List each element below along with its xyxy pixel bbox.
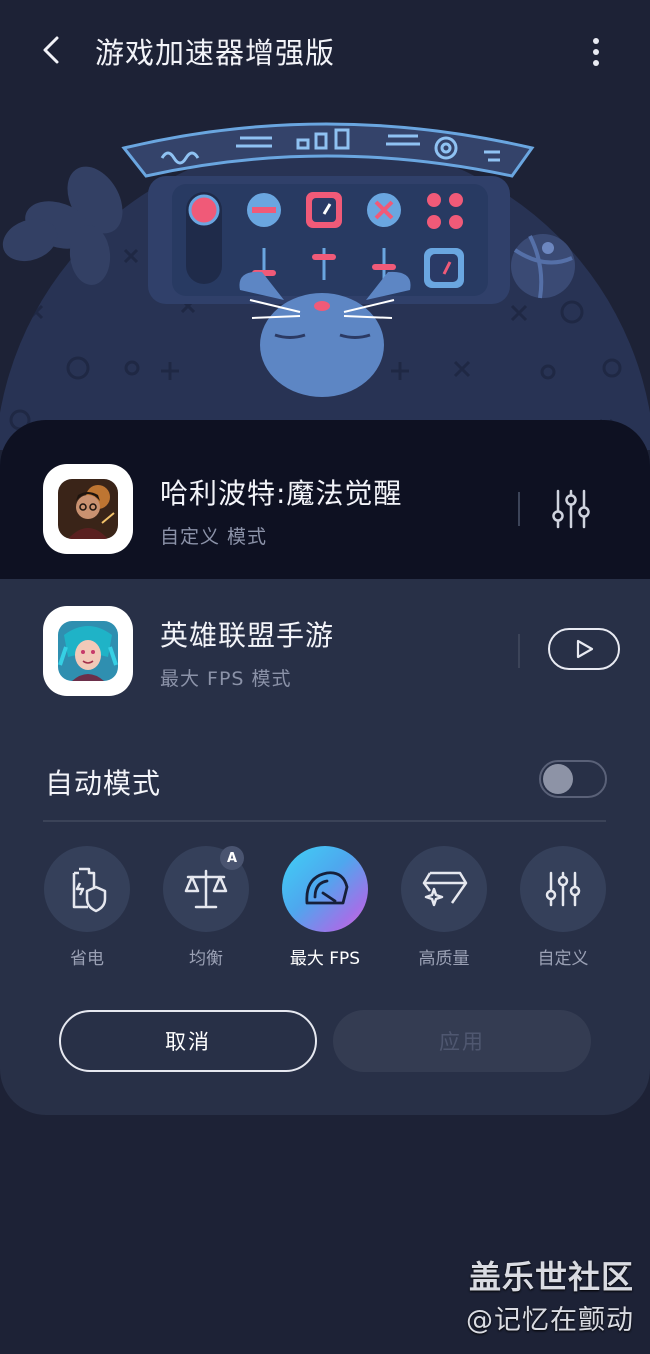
balance-scale-icon: [184, 869, 228, 909]
section-divider: [43, 820, 606, 822]
performance-mode-selector: 省电 A 均衡 最大 FPS 高质量 自定义: [0, 846, 650, 976]
mode-label: 自定义: [537, 949, 589, 969]
more-dot: [593, 49, 599, 55]
apply-button[interactable]: 应用: [333, 1010, 591, 1072]
game-icon: [43, 464, 133, 554]
play-icon: [576, 639, 594, 659]
sliders-icon: [545, 871, 581, 907]
more-dot: [593, 60, 599, 66]
community-watermark: 盖乐世社区: [468, 1258, 634, 1296]
mode-power-saving[interactable]: 省电: [37, 846, 137, 971]
app-header: 游戏加速器增强版: [0, 0, 650, 104]
game-mode: 自定义 模式: [160, 526, 268, 548]
game-mode: 最大 FPS 模式: [160, 668, 292, 690]
mode-circle: [44, 846, 130, 932]
auto-mode-toggle[interactable]: [539, 760, 607, 798]
game-item-lol-mobile[interactable]: 英雄联盟手游 最大 FPS 模式: [0, 586, 650, 716]
harry-potter-game-icon: [58, 479, 118, 539]
mode-circle: [401, 846, 487, 932]
mode-balanced[interactable]: A 均衡: [156, 846, 256, 971]
game-name: 英雄联盟手游: [160, 619, 335, 652]
cancel-button[interactable]: 取消: [59, 1010, 317, 1072]
more-vertical-icon: [593, 38, 599, 44]
game-icon: [43, 606, 133, 696]
game-item-harry-potter[interactable]: 哈利波特:魔法觉醒 自定义 模式: [0, 444, 650, 574]
game-name: 哈利波特:魔法觉醒: [160, 477, 403, 510]
mode-custom[interactable]: 自定义: [513, 846, 613, 971]
back-arrow-icon: [43, 36, 59, 64]
back-button[interactable]: [30, 28, 74, 72]
mode-max-fps[interactable]: 最大 FPS: [275, 846, 375, 971]
mode-label: 省电: [70, 949, 104, 969]
mode-circle-selected: [282, 846, 368, 932]
more-options-button[interactable]: [576, 30, 616, 74]
game-settings-button[interactable]: [548, 488, 594, 530]
battery-shield-icon: [72, 867, 107, 913]
mode-circle: [520, 846, 606, 932]
mode-high-quality[interactable]: 高质量: [394, 846, 494, 971]
toggle-knob: [543, 764, 573, 794]
mode-label: 均衡: [189, 949, 223, 969]
league-of-legends-game-icon: [58, 621, 118, 681]
speedometer-icon: [305, 871, 349, 905]
mode-label: 最大 FPS: [289, 949, 361, 969]
divider: [518, 492, 520, 526]
screen: 游戏加速器增强版 哈利波特:魔法觉醒 自定义 模式 英雄联盟手游 最大 FPS …: [0, 0, 650, 1354]
play-game-button[interactable]: [548, 628, 620, 670]
page-title: 游戏加速器增强版: [95, 36, 336, 70]
author-watermark: @记忆在颤动: [466, 1305, 634, 1336]
auto-badge: A: [220, 846, 244, 870]
sliders-icon: [552, 489, 590, 529]
auto-mode-row: 自动模式: [45, 760, 607, 800]
mode-label: 高质量: [418, 949, 470, 969]
divider: [518, 634, 520, 668]
diamond-sparkle-icon: [422, 871, 468, 907]
auto-mode-label: 自动模式: [45, 767, 162, 800]
